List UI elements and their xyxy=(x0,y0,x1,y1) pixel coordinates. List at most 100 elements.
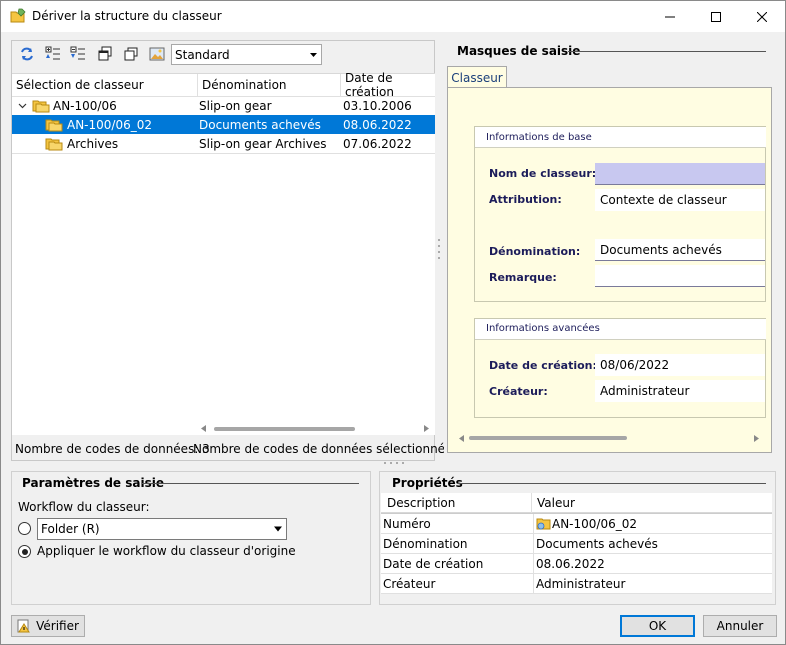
props-row-val: Administrateur xyxy=(533,574,625,594)
column-header-selection-label: Sélection de classeur xyxy=(16,78,144,92)
folder-structure-icon xyxy=(32,100,50,113)
denomination-field[interactable]: Documents achevés xyxy=(595,239,765,261)
apply-workflow-radio[interactable] xyxy=(18,545,31,558)
close-icon xyxy=(757,11,767,22)
ok-button[interactable]: OK xyxy=(620,615,695,637)
params-section-line xyxy=(142,483,359,484)
tree-row-date: 07.06.2022 xyxy=(343,136,412,151)
horizontal-splitter[interactable] xyxy=(384,462,406,465)
scroll-left-icon[interactable] xyxy=(459,435,464,442)
tree-row-name: AN-100/06 xyxy=(53,98,117,113)
column-header-date-label: Date de création xyxy=(345,71,394,99)
props-row[interactable]: Créateur Administrateur xyxy=(381,574,772,594)
column-header-selection[interactable]: Sélection de classeur xyxy=(12,74,198,96)
advanced-info-title: Informations avancées xyxy=(486,323,600,334)
workflow-select[interactable]: Folder (R) xyxy=(37,518,287,540)
tree-row-name: Archives xyxy=(67,136,119,151)
minimize-icon xyxy=(665,16,675,17)
folder-wizard-icon xyxy=(10,8,26,23)
workflow-radio[interactable] xyxy=(18,522,31,535)
props-row-desc: Dénomination xyxy=(383,537,468,551)
image-button[interactable] xyxy=(147,44,167,64)
maximize-icon xyxy=(711,11,721,22)
basic-info-title: Informations de base xyxy=(486,132,592,143)
warning-doc-icon xyxy=(17,619,30,633)
props-row-val: AN-100/06_02 xyxy=(552,517,638,531)
close-button[interactable] xyxy=(739,1,785,32)
scroll-right-icon[interactable] xyxy=(424,425,429,432)
column-header-denomination[interactable]: Dénomination xyxy=(198,74,341,96)
apply-workflow-label[interactable]: Appliquer le workflow du classeur d'orig… xyxy=(37,544,296,558)
masks-section-title: Masques de saisie xyxy=(457,44,581,58)
props-row[interactable]: Dénomination Documents achevés xyxy=(381,534,772,554)
dialog-window: Dériver la structure du classeur Standar… xyxy=(0,0,786,645)
props-row-val: Documents achevés xyxy=(533,534,658,554)
scroll-right-icon[interactable] xyxy=(754,435,759,442)
date-field[interactable]: 08/06/2022 xyxy=(595,354,765,376)
scroll-left-icon[interactable] xyxy=(201,425,206,432)
vertical-splitter[interactable] xyxy=(438,239,441,261)
picture-icon xyxy=(149,47,165,61)
tree-hscrollbar[interactable] xyxy=(198,422,435,435)
minimize-button[interactable] xyxy=(647,1,693,32)
status-count: Nombre de codes de données: 3 xyxy=(15,442,210,456)
props-row-desc: Créateur xyxy=(383,577,436,591)
remarque-field[interactable] xyxy=(595,265,765,287)
dropdown-arrow-icon xyxy=(274,526,282,532)
scroll-thumb[interactable] xyxy=(214,427,355,431)
duplicate-button[interactable] xyxy=(121,44,141,64)
denomination-label: Dénomination: xyxy=(489,245,581,258)
masks-section-line xyxy=(568,51,766,52)
tree-row[interactable]: AN-100/06 Slip-on gear 03.10.2006 xyxy=(12,96,435,115)
column-header-denomination-label: Dénomination xyxy=(202,78,287,92)
view-select[interactable]: Standard xyxy=(171,44,322,65)
folder-icon xyxy=(536,518,551,530)
verify-button-label: Vérifier xyxy=(36,619,79,633)
verify-button[interactable]: Vérifier xyxy=(11,615,85,637)
form-hscrollbar[interactable] xyxy=(448,431,771,445)
tree-row-denomination: Slip-on gear Archives xyxy=(199,136,327,151)
row-divider xyxy=(12,153,435,154)
createur-label: Créateur: xyxy=(489,385,548,398)
props-col-description: Description xyxy=(387,496,456,510)
tree-row-selected[interactable]: AN-100/06_02 Documents achevés 08.06.202… xyxy=(12,115,435,134)
tree-row-denomination: Documents achevés xyxy=(199,117,321,132)
tree-row-date: 03.10.2006 xyxy=(343,98,412,113)
props-section-title: Propriétés xyxy=(392,476,463,490)
createur-field[interactable]: Administrateur xyxy=(595,380,765,402)
props-row[interactable]: Numéro AN-100/06_02 xyxy=(381,514,772,534)
copy-windows-icon xyxy=(98,46,112,61)
cancel-button-label: Annuler xyxy=(716,619,764,633)
refresh-button[interactable] xyxy=(17,44,37,64)
tree-row-denomination: Slip-on gear xyxy=(199,98,272,113)
date-label: Date de création: xyxy=(489,359,597,372)
refresh-arrows-icon xyxy=(21,47,33,61)
folder-structure-icon xyxy=(45,138,63,151)
title-bar: Dériver la structure du classeur xyxy=(1,1,785,32)
tree-row-date: 08.06.2022 xyxy=(343,117,412,132)
nom-label: Nom de classeur: xyxy=(489,167,597,180)
maximize-button[interactable] xyxy=(693,1,739,32)
props-row-desc: Date de création xyxy=(383,557,484,571)
scroll-thumb[interactable] xyxy=(469,436,627,440)
copy-button[interactable] xyxy=(95,44,115,64)
folder-structure-icon xyxy=(45,119,63,132)
props-row[interactable]: Date de création 08.06.2022 xyxy=(381,554,772,574)
tab-classeur-label: Classeur xyxy=(451,70,503,85)
dropdown-arrow-icon xyxy=(310,52,317,57)
props-col-value: Valeur xyxy=(537,496,575,510)
cancel-button[interactable]: Annuler xyxy=(703,615,777,637)
expand-all-button[interactable] xyxy=(43,44,63,64)
expand-tree-icon xyxy=(45,46,60,60)
chevron-down-icon[interactable] xyxy=(18,101,27,110)
column-header-date[interactable]: Date de création xyxy=(341,71,435,99)
tree-row-name: AN-100/06_02 xyxy=(67,117,153,132)
attribution-label: Attribution: xyxy=(489,193,562,206)
tab-classeur[interactable]: Classeur xyxy=(447,66,507,88)
collapse-all-button[interactable] xyxy=(68,44,88,64)
windows-icon xyxy=(124,47,138,61)
nom-field[interactable] xyxy=(595,163,765,185)
tree-row[interactable]: Archives Slip-on gear Archives 07.06.202… xyxy=(12,134,435,153)
collapse-tree-icon xyxy=(70,46,85,60)
attribution-field[interactable]: Contexte de classeur xyxy=(595,189,765,211)
